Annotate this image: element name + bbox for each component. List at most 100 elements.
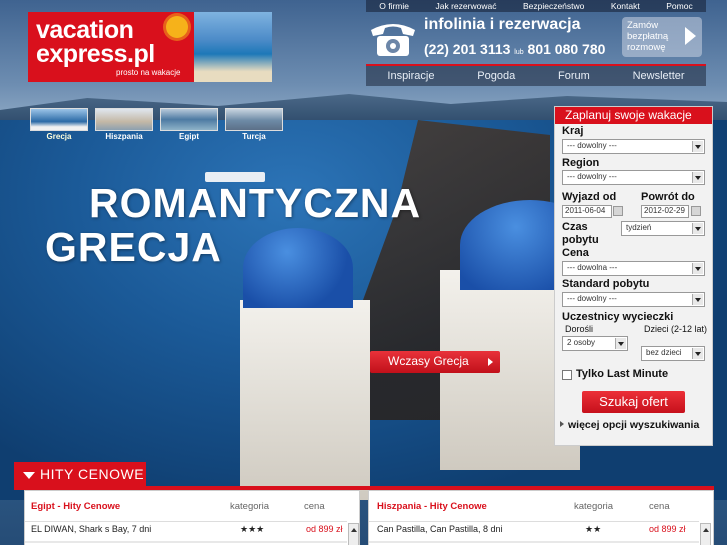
more-options-label: więcej opcji wyszukiwania — [568, 419, 700, 431]
country-select-value: --- dowolny --- — [567, 141, 617, 150]
last-minute-checkbox[interactable] — [562, 370, 572, 380]
logo-sun-icon — [166, 16, 188, 38]
destination-egypt-thumb — [160, 108, 218, 131]
duration-label-line2: pobytu — [562, 234, 599, 246]
site-logo[interactable]: vacation express.pl prosto na wakacje — [28, 12, 194, 82]
egypt-hits-title[interactable]: Egipt - Hity Cenowe — [31, 501, 120, 512]
duration-select[interactable]: tydzień — [621, 221, 705, 236]
chevron-down-icon — [692, 141, 703, 152]
spain-row-stars: ★★ — [585, 524, 602, 534]
free-callback-button[interactable]: Zamów bezpłatną rozmowę — [622, 17, 702, 57]
egypt-row-divider — [25, 541, 347, 543]
spain-scrollbar[interactable] — [700, 523, 711, 545]
destination-spain[interactable]: Hiszpania — [95, 108, 153, 141]
top-nav-how-to-book[interactable]: Jak rezerwować — [436, 1, 497, 11]
chevron-down-icon — [692, 294, 703, 305]
standard-label: Standard pobytu — [562, 278, 650, 290]
country-label: Kraj — [562, 125, 584, 137]
standard-select[interactable]: --- dowolny --- — [562, 292, 705, 307]
region-select[interactable]: --- dowolny --- — [562, 170, 705, 185]
top-nav-about[interactable]: O firmie — [379, 1, 409, 11]
logo-photo — [194, 12, 272, 82]
spain-row-divider — [369, 541, 699, 543]
top-nav-help[interactable]: Pomoc — [666, 1, 692, 11]
chevron-down-icon — [692, 172, 703, 183]
hotline-title: infolinia i rezerwacja — [424, 16, 581, 33]
duration-label-line1: Czas — [562, 221, 588, 233]
egypt-row-stars: ★★★ — [240, 524, 265, 534]
price-select[interactable]: --- dowolna --- — [562, 261, 705, 276]
country-select[interactable]: --- dowolny --- — [562, 139, 705, 154]
depart-calendar-icon[interactable] — [613, 206, 623, 216]
depart-label: Wyjazd od — [562, 191, 617, 203]
egypt-header-divider — [25, 521, 347, 522]
chevron-down-icon — [692, 263, 703, 274]
caret-down-icon — [23, 472, 35, 479]
hero-church-left — [240, 300, 370, 500]
region-label: Region — [562, 157, 600, 169]
egypt-row-name[interactable]: EL DIWAN, Shark s Bay, 7 dni — [31, 524, 151, 534]
phone-or: lub — [514, 49, 524, 56]
standard-select-value: --- dowolny --- — [567, 294, 617, 303]
main-nav-newsletter[interactable]: Newsletter — [633, 70, 685, 82]
adults-select[interactable]: 2 osoby — [562, 336, 628, 351]
destination-spain-label: Hiszpania — [105, 132, 143, 141]
destination-egypt[interactable]: Egipt — [160, 108, 218, 141]
price-hits-label: HITY CENOWE — [40, 466, 145, 482]
adults-label: Dorośli — [565, 324, 594, 334]
top-nav: O firmie Jak rezerwować Bezpieczeństwo K… — [366, 0, 706, 12]
cta-arrow-icon — [488, 358, 493, 366]
egypt-col-category: kategoria — [230, 501, 270, 512]
return-calendar-icon[interactable] — [691, 206, 701, 216]
destination-turkey[interactable]: Turcja — [225, 108, 283, 141]
children-select-value: bez dzieci — [646, 348, 682, 357]
children-select[interactable]: bez dzieci — [641, 346, 705, 361]
greece-holidays-button[interactable]: Wczasy Grecja — [370, 351, 500, 373]
egypt-row-price: od 899 zł — [306, 524, 343, 534]
return-date-input[interactable]: 2012-02-29 — [641, 205, 689, 218]
return-label: Powrót do — [641, 191, 695, 203]
phone-icon — [371, 24, 415, 56]
main-nav-inspirations[interactable]: Inspiracje — [387, 70, 434, 82]
top-nav-contact[interactable]: Kontakt — [611, 1, 640, 11]
spain-row-name[interactable]: Can Pastilla, Can Pastilla, 8 dni — [377, 524, 503, 534]
destination-turkey-label: Turcja — [242, 132, 266, 141]
top-nav-security[interactable]: Bezpieczeństwo — [523, 1, 584, 11]
search-panel: Zaplanuj swoje wakacje Kraj --- dowolny … — [554, 106, 713, 446]
callback-arrow-icon — [685, 27, 696, 45]
destination-greece[interactable]: Grecja — [30, 108, 88, 141]
last-minute-label: Tylko Last Minute — [576, 368, 669, 380]
chevron-down-icon — [692, 223, 703, 234]
hotline-numbers: (22) 201 3113 lub 801 080 780 — [424, 41, 605, 57]
hero-dome-left — [243, 228, 353, 308]
search-offers-button[interactable]: Szukaj ofert — [582, 391, 685, 413]
search-panel-title: Zaplanuj swoje wakacje — [555, 107, 712, 124]
spain-row-price: od 899 zł — [649, 524, 686, 534]
phone-number-1: (22) 201 3113 — [424, 41, 511, 57]
destination-greece-label: Grecja — [46, 132, 72, 141]
expand-arrow-icon — [560, 421, 564, 427]
main-nav-forum[interactable]: Forum — [558, 70, 590, 82]
callback-label: Zamów bezpłatną rozmowę — [627, 20, 669, 53]
price-select-value: --- dowolna --- — [567, 263, 618, 272]
more-options-link[interactable]: więcej opcji wyszukiwania — [557, 419, 699, 431]
destination-spain-thumb — [95, 108, 153, 131]
spain-col-category: kategoria — [574, 501, 614, 512]
depart-date-input[interactable]: 2011-06-04 — [562, 205, 612, 218]
spain-hits-title[interactable]: Hiszpania - Hity Cenowe — [377, 501, 487, 512]
children-label: Dzieci (2-12 lat) — [644, 324, 708, 334]
logo-tagline: prosto na wakacje — [116, 68, 181, 77]
egypt-hits-box: Egipt - Hity Cenowe kategoria cena EL DI… — [24, 490, 360, 545]
main-nav-weather[interactable]: Pogoda — [477, 70, 515, 82]
spain-header-divider — [369, 521, 699, 522]
logo-text-line2: express.pl — [36, 40, 155, 68]
hero-heading-line2: GRECJA — [45, 224, 222, 270]
greece-holidays-label: Wczasy Grecja — [388, 354, 469, 368]
egypt-scrollbar[interactable] — [348, 523, 359, 545]
destination-egypt-label: Egipt — [179, 132, 199, 141]
price-hits-tab[interactable]: HITY CENOWE — [14, 462, 146, 488]
egypt-col-price: cena — [304, 501, 325, 512]
spain-col-price: cena — [649, 501, 670, 512]
adults-select-value: 2 osoby — [567, 338, 596, 347]
duration-select-value: tydzień — [626, 223, 652, 232]
